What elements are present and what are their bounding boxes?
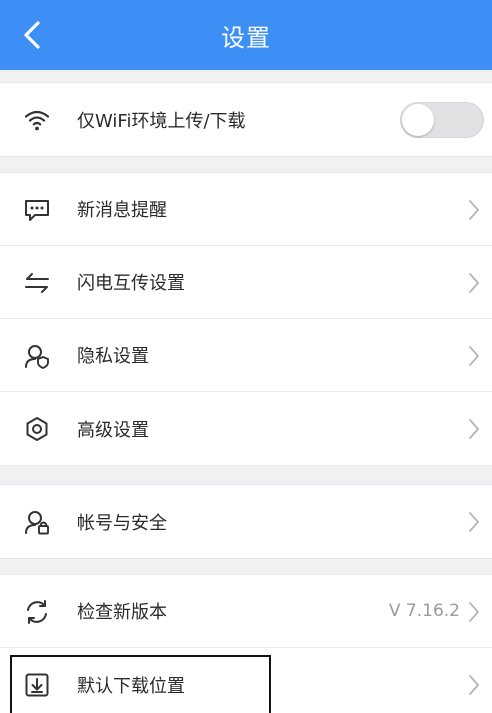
version-value: V 7.16.2 bbox=[388, 601, 460, 621]
account-security-row[interactable]: 帐号与安全 bbox=[0, 485, 492, 558]
advanced-settings-row[interactable]: 高级设置 bbox=[0, 392, 492, 465]
chevron-right-icon bbox=[466, 510, 482, 534]
gear-icon bbox=[22, 414, 52, 444]
privacy-settings-label: 隐私设置 bbox=[77, 346, 149, 367]
check-update-row[interactable]: 检查新版本 V 7.16.2 bbox=[0, 575, 492, 648]
app-group: 检查新版本 V 7.16.2 默认下载位置 bbox=[0, 574, 492, 713]
chevron-right-icon bbox=[466, 344, 482, 368]
new-message-alert-row[interactable]: 新消息提醒 bbox=[0, 173, 492, 246]
flash-transfer-settings-label: 闪电互传设置 bbox=[77, 273, 185, 294]
toggle-knob bbox=[402, 104, 434, 136]
wifi-icon bbox=[22, 105, 52, 135]
chevron-right-icon bbox=[466, 417, 482, 441]
transfer-arrows-icon bbox=[22, 268, 52, 298]
check-update-label: 检查新版本 bbox=[77, 602, 167, 623]
top-bar: 设置 bbox=[0, 0, 492, 70]
general-settings-group: 新消息提醒 闪电互传设置 隐私设置 高级设置 bbox=[0, 172, 492, 466]
message-icon bbox=[22, 195, 52, 225]
chevron-right-icon bbox=[466, 600, 482, 624]
privacy-settings-row[interactable]: 隐私设置 bbox=[0, 319, 492, 392]
flash-transfer-settings-row[interactable]: 闪电互传设置 bbox=[0, 246, 492, 319]
account-group: 帐号与安全 bbox=[0, 484, 492, 559]
refresh-icon bbox=[22, 597, 52, 627]
back-button[interactable] bbox=[14, 17, 50, 53]
default-download-location-row[interactable]: 默认下载位置 bbox=[0, 648, 492, 713]
wifi-only-row: 仅WiFi环境上传/下载 bbox=[0, 83, 492, 156]
chevron-left-icon bbox=[24, 21, 40, 49]
advanced-settings-label: 高级设置 bbox=[77, 419, 149, 441]
chevron-right-icon bbox=[466, 271, 482, 295]
wifi-only-toggle[interactable] bbox=[400, 102, 484, 138]
new-message-alert-label: 新消息提醒 bbox=[77, 200, 167, 221]
account-security-label: 帐号与安全 bbox=[77, 512, 167, 534]
default-download-location-label: 默认下载位置 bbox=[77, 675, 185, 697]
wifi-only-label: 仅WiFi环境上传/下载 bbox=[77, 110, 246, 132]
page-title: 设置 bbox=[221, 23, 271, 52]
chevron-right-icon bbox=[466, 673, 482, 697]
user-lock-icon bbox=[22, 507, 52, 537]
download-icon bbox=[22, 670, 52, 700]
wifi-group: 仅WiFi环境上传/下载 bbox=[0, 82, 492, 157]
privacy-icon bbox=[22, 341, 52, 371]
chevron-right-icon bbox=[466, 198, 482, 222]
